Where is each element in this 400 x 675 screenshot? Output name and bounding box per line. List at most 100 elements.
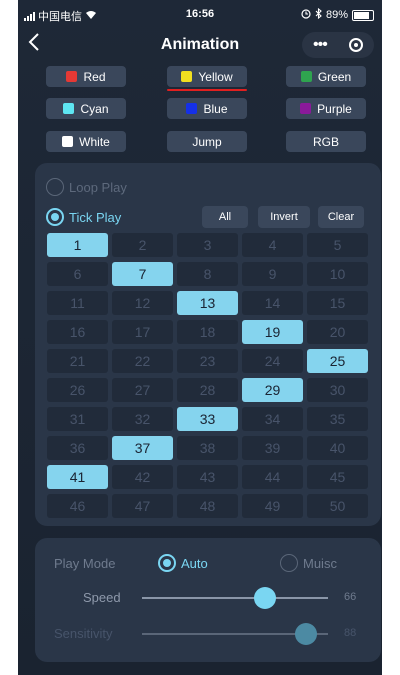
led-cell-25[interactable]: 25 — [307, 349, 368, 373]
sensitivity-slider-knob[interactable] — [294, 623, 317, 645]
led-cell-7[interactable]: 7 — [112, 262, 173, 286]
radio-circle-icon — [280, 554, 298, 572]
green-swatch-icon — [300, 71, 312, 82]
auto-mode-radio[interactable]: Auto — [158, 554, 208, 572]
led-cell-30[interactable]: 30 — [307, 378, 368, 402]
led-cell-11[interactable]: 11 — [47, 291, 108, 315]
jump-button[interactable]: Jump — [167, 131, 247, 152]
mini-program-capsule: ••• — [302, 32, 374, 58]
cyan-swatch-icon — [63, 103, 75, 114]
purple-swatch-icon — [300, 103, 312, 114]
led-cell-37[interactable]: 37 — [112, 436, 173, 460]
speed-value: 66 — [344, 591, 357, 603]
more-icon[interactable]: ••• — [313, 36, 328, 54]
led-cell-8[interactable]: 8 — [177, 262, 238, 286]
led-cell-35[interactable]: 35 — [307, 407, 368, 431]
led-cell-15[interactable]: 15 — [307, 291, 368, 315]
color-button-green[interactable]: Green — [286, 66, 366, 87]
select-all-button[interactable]: All — [202, 206, 248, 228]
led-cell-38[interactable]: 38 — [177, 436, 238, 460]
white-swatch-icon — [62, 136, 74, 147]
led-cell-29[interactable]: 29 — [242, 378, 303, 402]
led-cell-32[interactable]: 32 — [112, 407, 173, 431]
speed-slider-knob[interactable] — [253, 587, 276, 609]
battery-icon — [352, 9, 374, 21]
led-cell-19[interactable]: 19 — [242, 320, 303, 344]
color-button-red[interactable]: Red — [46, 66, 126, 87]
clear-button[interactable]: Clear — [318, 206, 364, 228]
led-cell-12[interactable]: 12 — [112, 291, 173, 315]
status-bar: 中国电信 16:56 89% — [18, 6, 382, 24]
rgb-button[interactable]: RGB — [286, 131, 366, 152]
loop-play-radio[interactable]: Loop Play — [46, 178, 127, 196]
led-cell-50[interactable]: 50 — [307, 494, 368, 518]
led-cell-39[interactable]: 39 — [242, 436, 303, 460]
tick-play-radio[interactable]: Tick Play — [46, 208, 121, 226]
tick-play-label: Tick Play — [69, 209, 122, 225]
led-cell-31[interactable]: 31 — [47, 407, 108, 431]
color-button-white[interactable]: White — [46, 131, 126, 152]
color-label: Green — [317, 69, 352, 84]
red-swatch-icon — [66, 71, 78, 82]
led-cell-43[interactable]: 43 — [177, 465, 238, 489]
led-cell-48[interactable]: 48 — [177, 494, 238, 518]
led-cell-26[interactable]: 26 — [47, 378, 108, 402]
color-label: Purple — [317, 101, 352, 116]
alarm-icon — [301, 8, 311, 22]
music-mode-radio[interactable]: Muisc — [280, 554, 337, 572]
led-cell-47[interactable]: 47 — [112, 494, 173, 518]
led-cell-22[interactable]: 22 — [112, 349, 173, 373]
led-cell-9[interactable]: 9 — [242, 262, 303, 286]
color-label: Cyan — [80, 101, 109, 116]
color-button-cyan[interactable]: Cyan — [46, 98, 126, 119]
led-cell-34[interactable]: 34 — [242, 407, 303, 431]
led-cell-2[interactable]: 2 — [112, 233, 173, 257]
led-cell-41[interactable]: 41 — [47, 465, 108, 489]
led-cell-18[interactable]: 18 — [177, 320, 238, 344]
speed-slider-track[interactable] — [142, 597, 328, 599]
led-cell-44[interactable]: 44 — [242, 465, 303, 489]
led-cell-36[interactable]: 36 — [47, 436, 108, 460]
radio-circle-icon — [46, 178, 64, 196]
music-label: Muisc — [303, 555, 337, 571]
close-target-icon[interactable] — [348, 38, 363, 52]
led-cell-33[interactable]: 33 — [177, 407, 238, 431]
invert-button[interactable]: Invert — [258, 206, 310, 228]
led-cell-46[interactable]: 46 — [47, 494, 108, 518]
led-cell-20[interactable]: 20 — [307, 320, 368, 344]
led-cell-24[interactable]: 24 — [242, 349, 303, 373]
led-cell-17[interactable]: 17 — [112, 320, 173, 344]
color-button-purple[interactable]: Purple — [286, 98, 366, 119]
battery-percent: 89% — [325, 9, 348, 21]
color-label: RGB — [312, 134, 339, 149]
led-cell-27[interactable]: 27 — [112, 378, 173, 402]
radio-selected-icon — [158, 554, 176, 572]
bluetooth-icon — [315, 7, 322, 22]
led-cell-49[interactable]: 49 — [242, 494, 303, 518]
led-cell-4[interactable]: 4 — [242, 233, 303, 257]
speed-label: Speed — [83, 590, 121, 605]
color-label: Red — [83, 69, 106, 84]
play-mode-label: Play Mode — [54, 556, 116, 571]
led-cell-13[interactable]: 13 — [177, 291, 238, 315]
led-cell-45[interactable]: 45 — [307, 465, 368, 489]
phone-screen: 中国电信 16:56 89% Animation ••• Red Yellow … — [18, 0, 382, 675]
color-label: White — [79, 134, 110, 149]
led-cell-14[interactable]: 14 — [242, 291, 303, 315]
led-cell-28[interactable]: 28 — [177, 378, 238, 402]
led-cell-6[interactable]: 6 — [47, 262, 108, 286]
led-cell-5[interactable]: 5 — [307, 233, 368, 257]
color-button-blue[interactable]: Blue — [167, 98, 247, 119]
led-cell-42[interactable]: 42 — [112, 465, 173, 489]
led-cell-16[interactable]: 16 — [47, 320, 108, 344]
led-cell-40[interactable]: 40 — [307, 436, 368, 460]
led-cell-3[interactable]: 3 — [177, 233, 238, 257]
led-cell-10[interactable]: 10 — [307, 262, 368, 286]
led-cell-21[interactable]: 21 — [47, 349, 108, 373]
color-button-yellow[interactable]: Yellow — [167, 66, 247, 87]
auto-label: Auto — [181, 555, 208, 571]
led-cell-23[interactable]: 23 — [177, 349, 238, 373]
sensitivity-value: 88 — [344, 627, 357, 639]
led-cell-1[interactable]: 1 — [47, 233, 108, 257]
radio-selected-icon — [46, 208, 64, 226]
